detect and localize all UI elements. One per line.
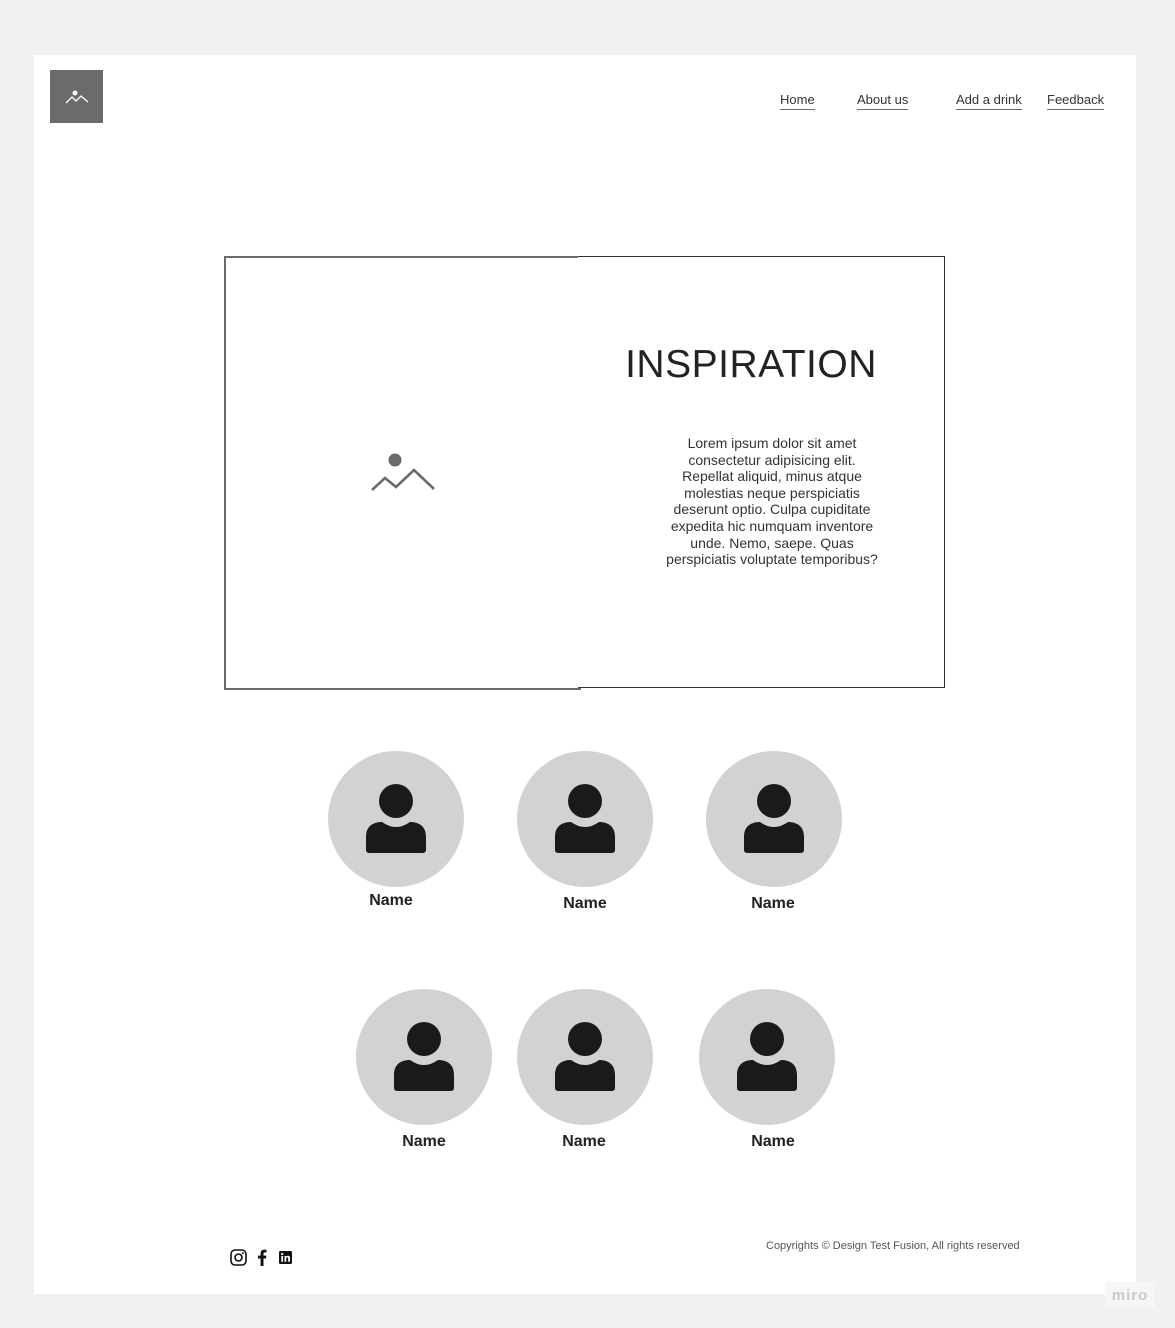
user-icon (737, 1022, 797, 1091)
user-icon (744, 784, 804, 853)
member-name: Name (751, 895, 795, 912)
team-member (356, 989, 492, 1125)
facebook-link[interactable] (255, 1248, 269, 1266)
avatar (328, 751, 464, 887)
team-member (328, 751, 464, 887)
user-icon (366, 784, 426, 853)
instagram-icon (229, 1248, 247, 1266)
member-name: Name (369, 892, 413, 909)
linkedin-link[interactable] (278, 1248, 292, 1266)
member-name: Name (402, 1133, 446, 1150)
avatar (699, 989, 835, 1125)
avatar (517, 751, 653, 887)
nav-feedback-link[interactable]: Feedback (1047, 92, 1105, 110)
team-member (699, 989, 835, 1125)
team-member (517, 989, 653, 1125)
user-icon (555, 1022, 615, 1091)
member-name: Name (751, 1133, 795, 1150)
hero-title: INSPIRATION (625, 343, 877, 386)
team-member (517, 751, 653, 887)
instagram-link[interactable] (229, 1248, 247, 1266)
nav-about-link[interactable]: About us (857, 92, 909, 110)
user-icon (555, 784, 615, 853)
avatar (706, 751, 842, 887)
member-name: Name (563, 895, 607, 912)
nav-home-link[interactable]: Home (780, 92, 815, 110)
hero-image (224, 256, 581, 690)
team-member (706, 751, 842, 887)
user-icon (394, 1022, 454, 1091)
avatar (517, 989, 653, 1125)
nav-add-drink-link[interactable]: Add a drink (956, 92, 1022, 110)
avatar (356, 989, 492, 1125)
miro-watermark: miro (1105, 1282, 1155, 1308)
hero-description: Lorem ipsum dolor sit amet consectetur a… (666, 435, 878, 568)
linkedin-icon (278, 1250, 292, 1264)
copyright-text: Copyrights © Design Test Fusion, All rig… (766, 1240, 1020, 1252)
facebook-icon (258, 1249, 267, 1266)
member-name: Name (562, 1133, 606, 1150)
image-placeholder-icon (65, 90, 88, 103)
hero-text-panel: INSPIRATION Lorem ipsum dolor sit amet c… (578, 256, 945, 688)
logo[interactable] (50, 70, 103, 123)
image-placeholder-icon (370, 453, 435, 491)
